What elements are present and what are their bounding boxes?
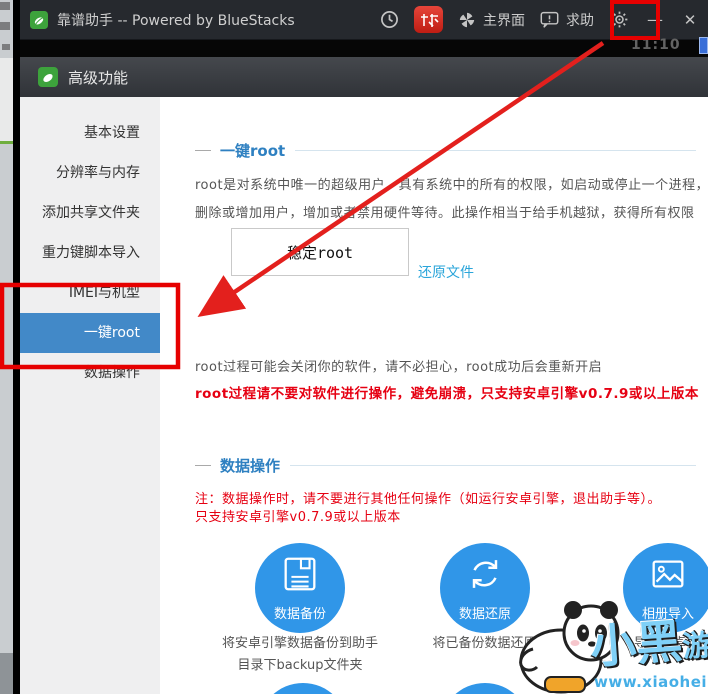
root-section-title: 一键root — [220, 142, 286, 160]
data-note-line2: 只支持安卓引擎v0.7.9或以上版本 — [195, 510, 401, 525]
gear-icon — [611, 11, 628, 28]
dialog-title: 高级功能 — [68, 68, 129, 87]
sidebar: 基本设置 分辨率与内存 添加共享文件夹 重力键脚本导入 IMEI与机型 一键ro… — [20, 97, 160, 694]
app-window: 靠谱助手 -- Powered by BlueStacks 主界面 求助 — ✕… — [0, 0, 708, 694]
sidebar-item-script-import[interactable]: 重力键脚本导入 — [20, 233, 160, 273]
dialog-header: 高级功能 — [20, 57, 708, 97]
mini-app-icon — [699, 37, 708, 54]
sidebar-item-resolution-memory[interactable]: 分辨率与内存 — [20, 153, 160, 193]
data-note-line1: 注：数据操作时，请不要进行其他任何操作（如运行安卓引擎，退出助手等）。 — [195, 492, 662, 507]
main-screen-label: 主界面 — [483, 12, 525, 29]
sidebar-item-data-operations[interactable]: 数据操作 — [20, 353, 160, 393]
help-bubble-icon — [540, 11, 559, 28]
watermark-logo: 小黑游戏 — [588, 613, 708, 675]
window-title: 靠谱助手 -- Powered by BlueStacks — [57, 12, 295, 29]
minimize-button[interactable]: — — [645, 10, 665, 29]
restore-files-link[interactable]: 还原文件 — [418, 262, 474, 282]
photo-icon — [652, 560, 684, 588]
data-backup-button[interactable]: 数据备份 — [255, 543, 345, 633]
main-screen-button[interactable]: 主界面 — [458, 10, 525, 30]
background-window-sliver — [0, 0, 13, 694]
sync-arrows-icon — [472, 560, 498, 588]
pinwheel-icon — [459, 12, 475, 27]
help-button[interactable]: 求助 — [540, 10, 594, 30]
android-clock: 11:10 — [631, 37, 681, 53]
clock-icon — [381, 11, 398, 28]
sidebar-item-imei-model[interactable]: IMEI与机型 — [20, 273, 160, 313]
stable-root-label: 稳定root — [286, 243, 354, 262]
settings-button[interactable] — [609, 9, 630, 30]
floppy-disk-icon — [284, 557, 316, 591]
data-backup-label: 数据备份 — [273, 607, 326, 622]
red-app-icon[interactable] — [414, 6, 443, 33]
help-label: 求助 — [566, 12, 594, 29]
app-logo-icon — [30, 10, 48, 29]
title-bar: 靠谱助手 -- Powered by BlueStacks 主界面 求助 — ✕ — [20, 0, 708, 40]
data-backup-caption: 将安卓引擎数据备份到助手 目录下backup文件夹 — [221, 636, 378, 673]
root-note: root过程可能会关闭你的软件，请不必担心，root成功后会重新开启 — [195, 360, 603, 375]
data-section-title: 数据操作 — [220, 457, 281, 475]
advanced-features-icon — [38, 67, 58, 87]
watermark-url: www.xiaohei.com — [594, 673, 708, 691]
emulator-status-strip — [20, 40, 708, 57]
data-section-header: 数据操作 — [195, 455, 696, 476]
sidebar-item-shared-folder[interactable]: 添加共享文件夹 — [20, 193, 160, 233]
sidebar-item-basic-settings[interactable]: 基本设置 — [20, 113, 160, 153]
root-section-header: 一键root — [195, 140, 696, 161]
stable-root-button[interactable]: 稳定root — [231, 228, 409, 276]
root-warning: root过程请不要对软件进行操作，避免崩溃，只支持安卓引擎v0.7.9或以上版本 — [195, 386, 699, 402]
root-desc-line1: root是对系统中唯一的超级用户，具有系统中的所有的权限，如启动或停止一个进程， — [195, 178, 708, 193]
root-desc-line2: 删除或增加用户，增加或者禁用硬件等待。此操作相当于给手机越狱，获得所有权限 — [195, 206, 695, 221]
sidebar-item-one-key-root[interactable]: 一键root — [20, 313, 160, 353]
close-button[interactable]: ✕ — [680, 11, 700, 29]
history-button[interactable] — [380, 10, 399, 29]
